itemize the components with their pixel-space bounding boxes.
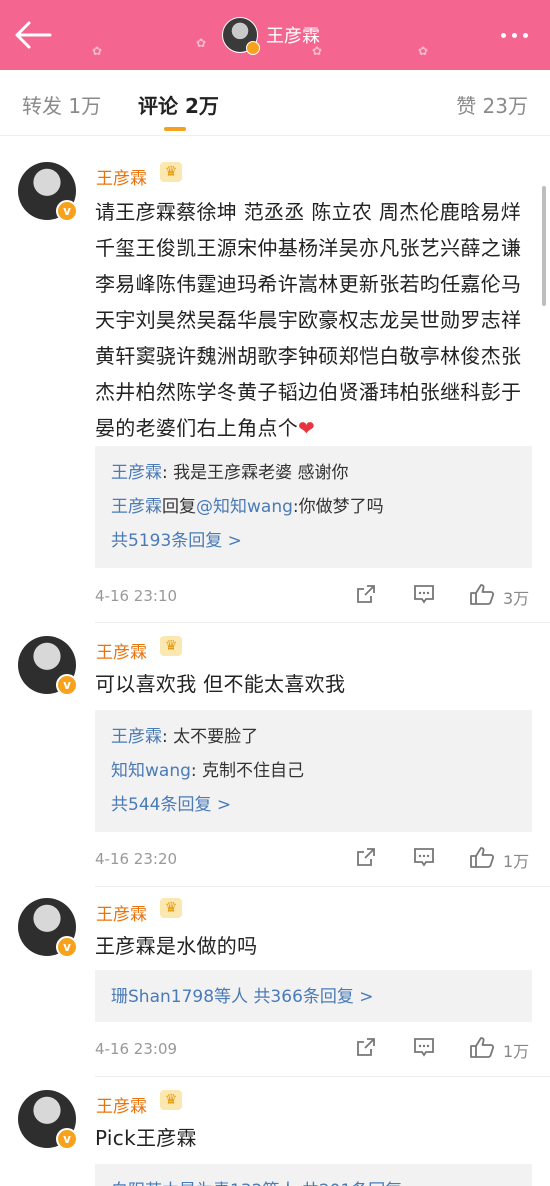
comment-username[interactable]: 王彦霖: [96, 900, 147, 925]
crown-icon: ♛: [160, 898, 182, 918]
comment-username[interactable]: 王彦霖: [96, 638, 147, 663]
avatar[interactable]: v: [18, 162, 78, 222]
comment-time: 4-16 23:10: [95, 587, 178, 605]
verified-icon: [246, 41, 260, 55]
reply-author[interactable]: 知知wang: [111, 761, 191, 781]
reply-text: 克制不住自己: [202, 761, 305, 781]
comment-text: 王彦霖是水做的吗: [95, 934, 258, 958]
more-replies-link[interactable]: 共366条回复 >: [253, 987, 373, 1007]
reply-box[interactable]: 白阳若木是为青132等人 共201条回复 >: [95, 1164, 532, 1186]
reply-text: 太不要脸了: [173, 727, 259, 747]
reply-mention[interactable]: @知知wang: [196, 497, 293, 517]
thumbs-up-icon[interactable]: [469, 583, 495, 605]
tab-likes[interactable]: 赞 23万: [456, 90, 528, 119]
more-replies-link[interactable]: 白阳若木是为青132等人 共201条回复 >: [111, 1174, 516, 1186]
reply-line: 王彦霖: 太不要脸了: [111, 720, 516, 754]
comment-text: Pick王彦霖: [95, 1126, 197, 1150]
reply-text: :你做梦了吗: [292, 497, 384, 517]
page-title: 王彦霖: [266, 26, 320, 47]
crown-icon: ♛: [160, 1090, 182, 1110]
like-count: 1万: [503, 1042, 530, 1061]
flower-decoration: ✿: [418, 44, 429, 58]
reply-author[interactable]: 王彦霖: [111, 727, 162, 747]
comment-actions: 3万: [355, 583, 535, 609]
comment-text: 请王彦霖蔡徐坤 范丞丞 陈立农 周杰伦鹿晗易烊千玺王俊凯王源宋仲基杨洋吴亦凡张艺…: [95, 194, 530, 446]
reply-line: 珊Shan1798等人 共366条回复 >: [111, 980, 516, 1014]
comment-actions: 1万: [355, 846, 535, 872]
comment-time: 4-16 23:20: [95, 850, 178, 868]
reply-box[interactable]: 王彦霖: 太不要脸了 知知wang: 克制不住自己 共544条回复 >: [95, 710, 532, 832]
share-icon[interactable]: [355, 846, 377, 868]
reply-line: 王彦霖回复@知知wang:你做梦了吗: [111, 490, 516, 524]
heart-icon: ❤: [298, 416, 316, 440]
comment-text: 可以喜欢我 但不能太喜欢我: [95, 672, 346, 696]
scrollbar[interactable]: [542, 186, 546, 306]
more-replies-link[interactable]: 共5193条回复 >: [111, 524, 516, 558]
flower-decoration: ✿: [92, 44, 103, 58]
comment-username[interactable]: 王彦霖: [96, 164, 147, 189]
comment-item: v 王彦霖 ♛ Pick王彦霖 白阳若木是为青132等人 共201条回复 >: [0, 1076, 550, 1186]
thumbs-up-icon[interactable]: [469, 1036, 495, 1058]
comment-icon[interactable]: [413, 1036, 435, 1058]
comment-time: 4-16 23:09: [95, 1040, 178, 1058]
verified-icon: v: [56, 674, 78, 696]
comment-icon[interactable]: [413, 846, 435, 868]
header-profile[interactable]: 王彦霖: [222, 16, 320, 55]
reply-separator: 回复: [162, 497, 196, 517]
verified-icon: v: [56, 200, 78, 222]
thumbs-up-icon[interactable]: [469, 846, 495, 868]
avatar[interactable]: v: [18, 636, 78, 696]
reply-line: 王彦霖: 我是王彦霖老婆 感谢你: [111, 456, 516, 490]
reply-text: 我是王彦霖老婆 感谢你: [173, 463, 349, 483]
share-icon[interactable]: [355, 583, 377, 605]
active-tab-indicator: [164, 127, 186, 131]
more-dots-icon[interactable]: [501, 33, 528, 38]
tab-bar: 转发 1万 评论 2万 赞 23万: [0, 70, 550, 136]
share-icon[interactable]: [355, 1036, 377, 1058]
reply-author[interactable]: 王彦霖: [111, 497, 162, 517]
tab-comments[interactable]: 评论 2万: [138, 90, 219, 119]
reply-separator: :: [162, 463, 174, 483]
comment-actions: 1万: [355, 1036, 535, 1062]
header-avatar: [222, 17, 260, 55]
more-replies-link[interactable]: 共544条回复 >: [111, 788, 516, 822]
reply-author[interactable]: 王彦霖: [111, 463, 162, 483]
crown-icon: ♛: [160, 636, 182, 656]
reply-separator: :: [190, 761, 203, 781]
divider: [95, 622, 550, 623]
verified-icon: v: [56, 936, 78, 958]
comment-body: 请王彦霖蔡徐坤 范丞丞 陈立农 周杰伦鹿晗易烊千玺王俊凯王源宋仲基杨洋吴亦凡张艺…: [95, 200, 522, 440]
tab-repost[interactable]: 转发 1万: [22, 90, 101, 119]
crown-icon: ♛: [160, 162, 182, 182]
top-bar: ✿ ✿ ✿ ✿ 王彦霖: [0, 0, 550, 70]
back-arrow-icon[interactable]: [14, 20, 52, 50]
flower-decoration: ✿: [196, 36, 207, 50]
avatar[interactable]: v: [18, 898, 78, 958]
comment-username[interactable]: 王彦霖: [96, 1092, 147, 1117]
reply-box[interactable]: 珊Shan1798等人 共366条回复 >: [95, 970, 532, 1022]
reply-authors[interactable]: 珊Shan1798等人: [111, 987, 248, 1007]
avatar[interactable]: v: [18, 1090, 78, 1150]
reply-line: 知知wang: 克制不住自己: [111, 754, 516, 788]
like-count: 1万: [503, 852, 530, 871]
verified-icon: v: [56, 1128, 78, 1150]
comment-icon[interactable]: [413, 583, 435, 605]
reply-box[interactable]: 王彦霖: 我是王彦霖老婆 感谢你 王彦霖回复@知知wang:你做梦了吗 共519…: [95, 446, 532, 568]
divider: [95, 886, 550, 887]
reply-separator: :: [162, 727, 174, 747]
like-count: 3万: [503, 589, 530, 608]
